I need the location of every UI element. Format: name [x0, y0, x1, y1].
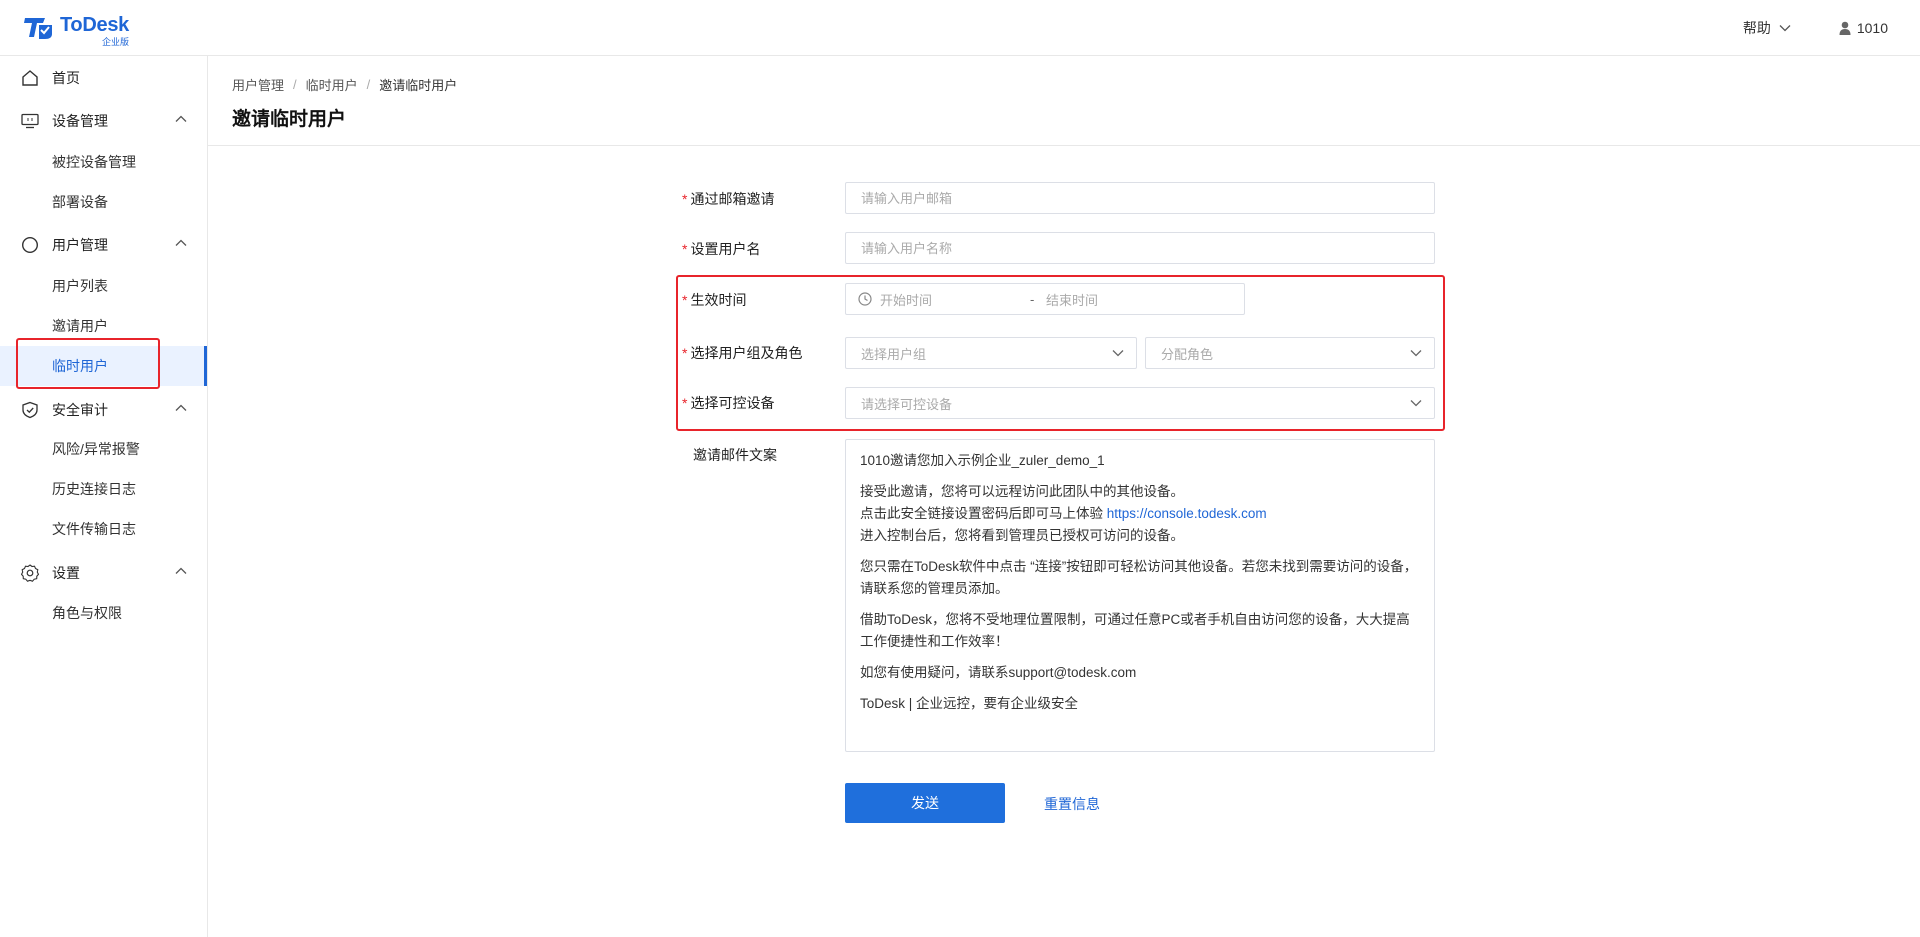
- sidebar-label-history-logs: 历史连接日志: [52, 481, 136, 497]
- date-range-picker[interactable]: 开始时间 - 结束时间: [845, 283, 1245, 315]
- chevron-up-icon: [175, 567, 187, 574]
- device-label: * 选择可控设备: [682, 395, 775, 411]
- sidebar-label-controlled-devices: 被控设备管理: [52, 154, 136, 170]
- reset-button[interactable]: 重置信息: [1044, 794, 1100, 814]
- sidebar-item-roles[interactable]: 角色与权限: [0, 593, 207, 633]
- page-header: 用户管理 / 临时用户 / 邀请临时用户 邀请临时用户: [208, 56, 1920, 146]
- sidebar-group-security[interactable]: 安全审计: [0, 390, 207, 430]
- breadcrumb: 用户管理 / 临时用户 / 邀请临时用户: [232, 75, 457, 94]
- sidebar-group-settings[interactable]: 设置: [0, 553, 207, 593]
- sidebar-item-user-list[interactable]: 用户列表: [0, 266, 207, 306]
- sidebar-label-file-logs: 文件传输日志: [52, 521, 136, 537]
- breadcrumb-temp-user[interactable]: 临时用户: [306, 75, 358, 94]
- sidebar-item-home[interactable]: 首页: [0, 58, 207, 98]
- chevron-down-icon: [1779, 25, 1791, 32]
- mail-template-label: 邀请邮件文案: [693, 447, 777, 463]
- sidebar-item-temp-user[interactable]: 临时用户: [0, 346, 207, 386]
- device-select[interactable]: 请选择可控设备: [845, 387, 1435, 419]
- required-mark: *: [682, 292, 688, 308]
- user-name: 1010: [1856, 20, 1888, 36]
- sidebar-item-risk-alerts[interactable]: 风险/异常报警: [0, 429, 207, 469]
- mail-paragraph-benefits: 借助ToDesk，您将不受地理位置限制，可通过任意PC或者手机自由访问您的设备，…: [860, 612, 1410, 649]
- chevron-down-icon: [1410, 350, 1422, 357]
- gear-icon: [20, 563, 40, 583]
- mail-template-textarea[interactable]: 1010邀请您加入示例企业_zuler_demo_1 接受此邀请，您将可以远程访…: [845, 439, 1435, 752]
- logo-edition: 企业版: [101, 37, 129, 47]
- chevron-down-icon: [1112, 350, 1124, 357]
- email-label: * 通过邮箱邀请: [682, 191, 775, 207]
- help-menu[interactable]: 帮助: [1743, 18, 1791, 38]
- chevron-up-icon: [175, 239, 187, 246]
- user-group-select[interactable]: 选择用户组: [845, 337, 1137, 369]
- todesk-logo[interactable]: ToDesk 企业版: [24, 14, 129, 47]
- breadcrumb-separator: /: [293, 77, 297, 92]
- mail-paragraph-access: 接受此邀请，您将可以远程访问此团队中的其他设备。 点击此安全链接设置密码后即可马…: [860, 484, 1267, 543]
- sidebar-group-device[interactable]: 设备管理: [0, 101, 207, 141]
- logo-name: ToDesk: [60, 14, 129, 36]
- start-time-input[interactable]: 开始时间: [880, 290, 1030, 309]
- mail-paragraph-slogan: ToDesk | 企业远控，要有企业级安全: [860, 696, 1079, 711]
- top-header: ToDesk 企业版 帮助 1010: [0, 0, 1920, 56]
- user-icon: [1839, 21, 1851, 35]
- required-mark: *: [682, 191, 688, 207]
- breadcrumb-separator: /: [366, 77, 371, 92]
- sidebar-label-home: 首页: [52, 70, 80, 86]
- sidebar-label-risk-alerts: 风险/异常报警: [52, 441, 140, 457]
- sidebar-item-controlled-devices[interactable]: 被控设备管理: [0, 142, 207, 182]
- sidebar-item-history-logs[interactable]: 历史连接日志: [0, 469, 207, 509]
- required-mark: *: [682, 241, 688, 257]
- main-content: 用户管理 / 临时用户 / 邀请临时用户 邀请临时用户 *通过邮箱邀请 *设置用…: [208, 56, 1920, 937]
- sidebar-item-deploy-devices[interactable]: 部署设备: [0, 182, 207, 222]
- breadcrumb-user-mgmt[interactable]: 用户管理: [232, 75, 284, 94]
- help-label: 帮助: [1742, 20, 1771, 36]
- send-button[interactable]: 发送: [845, 783, 1005, 823]
- clock-icon: [858, 292, 872, 306]
- sidebar-label-user-list: 用户列表: [52, 278, 108, 294]
- sidebar-item-invite-user[interactable]: 邀请用户: [0, 306, 207, 346]
- sidebar-label-user-mgmt: 用户管理: [52, 237, 108, 253]
- sidebar-label-invite-user: 邀请用户: [52, 318, 108, 334]
- mail-paragraph-connect: 您只需在ToDesk软件中点击 “连接”按钮即可轻松访问其他设备。若您未找到需要…: [860, 559, 1418, 596]
- username-label: * 设置用户名: [682, 241, 761, 257]
- mail-line-invite: 1010邀请您加入示例企业_zuler_demo_1: [860, 453, 1105, 468]
- console-link[interactable]: https://console.todesk.com: [1107, 506, 1267, 521]
- username-input[interactable]: [845, 232, 1435, 264]
- breadcrumb-current: 邀请临时用户: [379, 78, 458, 93]
- range-separator: -: [1030, 291, 1035, 307]
- sidebar-label-roles: 角色与权限: [52, 605, 122, 621]
- sidebar-label-temp-user: 临时用户: [52, 358, 108, 374]
- sidebar-label-security-audit: 安全审计: [52, 402, 108, 418]
- chevron-up-icon: [175, 404, 187, 411]
- end-time-input[interactable]: 结束时间: [1046, 290, 1196, 309]
- user-group-placeholder: 选择用户组: [861, 346, 927, 362]
- required-mark: *: [682, 345, 688, 361]
- page-title: 邀请临时用户: [232, 109, 347, 130]
- shield-check-icon: [20, 400, 40, 420]
- email-input[interactable]: [845, 182, 1435, 214]
- chevron-up-icon: [175, 115, 187, 122]
- sidebar: 首页 设备管理 被控设备管理 部署设备 用户管理 用户列表 邀请用户 临时用户 …: [0, 56, 208, 937]
- sidebar-label-deploy-devices: 部署设备: [52, 194, 108, 210]
- sidebar-label-settings: 设置: [52, 565, 80, 581]
- mail-paragraph-support: 如您有使用疑问，请联系support@todesk.com: [860, 665, 1137, 680]
- user-circle-icon: [20, 235, 40, 255]
- todesk-logo-icon: [24, 14, 54, 40]
- sidebar-group-user[interactable]: 用户管理: [0, 225, 207, 265]
- effective-time-label: * 生效时间: [682, 292, 747, 308]
- user-menu[interactable]: 1010: [1839, 20, 1888, 36]
- group-role-label: * 选择用户组及角色: [682, 345, 803, 361]
- device-placeholder: 请选择可控设备: [861, 396, 953, 412]
- required-mark: *: [682, 395, 688, 411]
- monitor-icon: [20, 111, 40, 131]
- chevron-down-icon: [1410, 400, 1422, 407]
- home-icon: [20, 68, 40, 88]
- role-select[interactable]: 分配角色: [1145, 337, 1435, 369]
- sidebar-item-file-logs[interactable]: 文件传输日志: [0, 509, 207, 549]
- role-placeholder: 分配角色: [1161, 346, 1214, 362]
- sidebar-label-device-mgmt: 设备管理: [52, 113, 108, 129]
